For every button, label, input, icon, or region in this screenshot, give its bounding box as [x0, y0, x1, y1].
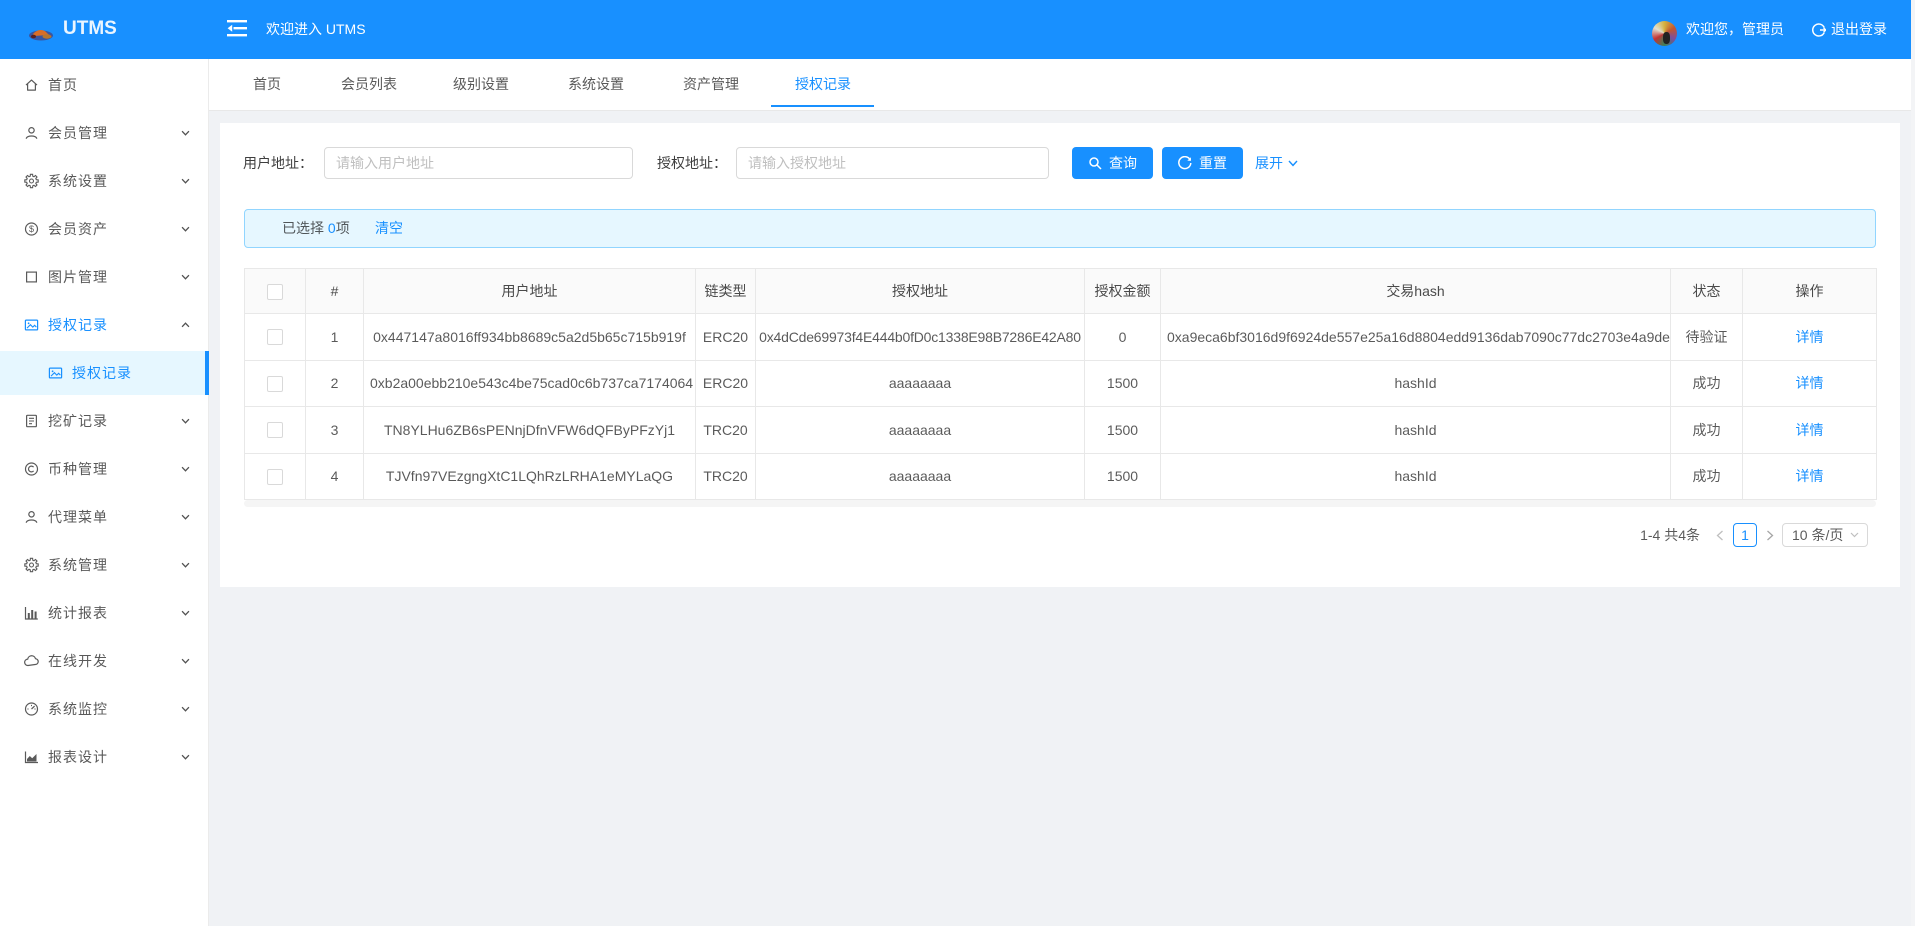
- svg-text:$: $: [29, 224, 34, 234]
